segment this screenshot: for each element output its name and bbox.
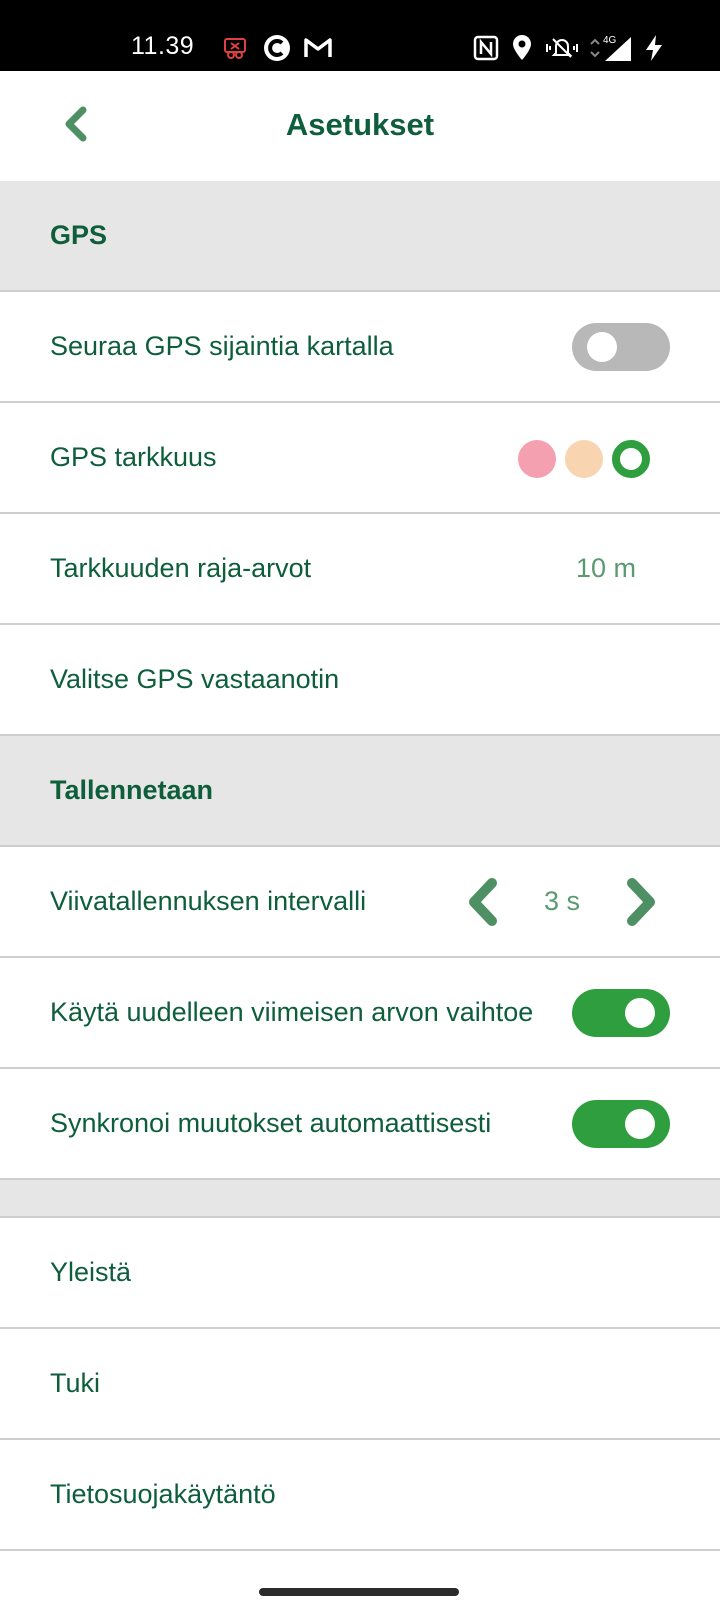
section-divider [0, 1180, 720, 1218]
section-header-label: Tallennetaan [50, 775, 214, 805]
menu-item-label: Yleistä [50, 1257, 132, 1287]
charging-icon [642, 34, 666, 62]
setting-gps-accuracy: GPS tarkkuus [0, 403, 720, 514]
toggle-knob [587, 332, 617, 362]
setting-auto-sync[interactable]: Synkronoi muutokset automaattisesti [0, 1069, 720, 1180]
setting-gps-receiver[interactable]: Valitse GPS vastaanotin [0, 625, 720, 736]
svg-text:4G: 4G [603, 35, 617, 46]
menu-item-label: Tuki [50, 1368, 101, 1398]
home-indicator[interactable] [259, 1588, 459, 1596]
setting-label: Valitse GPS vastaanotin [50, 664, 340, 694]
menu-item-privacy[interactable]: Tietosuojakäytäntö [0, 1440, 720, 1551]
gmail-icon [302, 34, 334, 62]
menu-item-label: Tietosuojakäytäntö [50, 1479, 276, 1509]
section-header-saving: Tallennetaan [0, 736, 720, 847]
reuse-last-value-toggle[interactable] [572, 989, 670, 1037]
section-header-gps: GPS [0, 181, 720, 292]
interval-increase-button[interactable] [620, 877, 664, 927]
vibrate-silent-icon [542, 34, 582, 62]
interval-decrease-button[interactable] [460, 877, 504, 927]
setting-reuse-last-value[interactable]: Käytä uudelleen viimeisen arvon vaihtoe [0, 958, 720, 1069]
setting-line-interval: Viivatallennuksen intervalli 3 s [0, 847, 720, 958]
chevron-left-icon [460, 878, 504, 931]
status-time: 11.39 [131, 32, 195, 60]
setting-label: Synkronoi muutokset automaattisesti [50, 1108, 492, 1138]
setting-accuracy-threshold[interactable]: Tarkkuuden raja-arvot 10 m [0, 514, 720, 625]
page-title: Asetukset [285, 107, 435, 142]
section-header-label: GPS [50, 220, 108, 250]
auto-sync-toggle[interactable] [572, 1100, 670, 1148]
setting-label: Tarkkuuden raja-arvot [50, 553, 312, 583]
nfc-icon [472, 34, 500, 62]
toggle-knob [625, 1109, 655, 1139]
follow-gps-toggle[interactable] [572, 323, 670, 371]
setting-label: Viivatallennuksen intervalli [50, 886, 367, 916]
setting-follow-gps[interactable]: Seuraa GPS sijaintia kartalla [0, 292, 720, 403]
accuracy-dot [612, 440, 650, 478]
accuracy-threshold-value: 10 m [575, 553, 636, 583]
status-bar: 11.39 4G [0, 0, 720, 71]
menu-item-support[interactable]: Tuki [0, 1329, 720, 1440]
location-icon [510, 34, 534, 62]
signal-icon: 4G [588, 34, 636, 62]
setting-label: Käytä uudelleen viimeisen arvon vaihtoe [50, 997, 534, 1027]
screen-record-icon [222, 34, 248, 62]
setting-label: GPS tarkkuus [50, 442, 217, 472]
app-bar: Asetukset [0, 71, 720, 181]
accuracy-indicator [518, 439, 650, 479]
chevron-right-icon [620, 878, 664, 931]
accuracy-dot [518, 440, 556, 478]
c-app-icon [262, 34, 292, 62]
menu-item-general[interactable]: Yleistä [0, 1218, 720, 1329]
accuracy-dot [565, 440, 603, 478]
interval-value: 3 s [543, 886, 581, 916]
toggle-knob [625, 998, 655, 1028]
setting-label: Seuraa GPS sijaintia kartalla [50, 331, 394, 361]
